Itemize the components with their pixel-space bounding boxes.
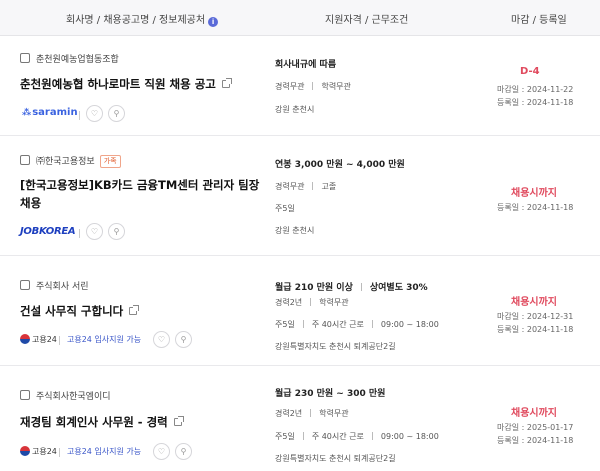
bonus: 상여별도 30%	[369, 283, 428, 293]
apply-available-label[interactable]: 고용24 입사지원 가능	[67, 446, 141, 457]
work-conditions: 주5일 주 40시간 근로 09:00 ~ 18:00	[275, 432, 439, 441]
divider	[302, 320, 304, 328]
job-title[interactable]: [한국고용정보]KB카드 금융TM센터 관리자 팀장	[20, 176, 259, 195]
registered-date: 등록일 : 2024-11-18	[497, 98, 574, 107]
deadline-date: 마감일 : 2024-12-31	[497, 312, 574, 321]
salary: 월급 230 만원 ~ 300 만원	[275, 389, 386, 399]
location: 강원 춘천시	[275, 226, 315, 235]
header-deadline-column: 마감 / 등록일	[511, 15, 567, 26]
work-days: 주5일	[275, 204, 295, 213]
table-row[interactable]: ㈜한국고용정보 가족 [한국고용정보]KB카드 금융TM센터 관리자 팀장 채용 …	[0, 136, 600, 256]
search-icon[interactable]: ⚲	[175, 443, 192, 460]
divider	[312, 82, 314, 90]
heart-icon[interactable]: ♡	[86, 105, 103, 122]
source-logo: ⁂ saramin	[22, 107, 78, 118]
saramin-logo-icon: ⁂	[22, 108, 31, 118]
list-header: 회사명 / 채용공고명 / 정보제공처 i 지원자격 / 근무조건 마감 / 등록…	[0, 0, 600, 36]
divider	[371, 432, 373, 440]
heart-icon[interactable]: ♡	[153, 331, 170, 348]
table-row[interactable]: 주식회사한국엠이디 재경팀 회계인사 사무원 - 경력 고용24 고용24 입사…	[0, 366, 600, 471]
company-name[interactable]: ㈜한국고용정보 가족	[36, 154, 121, 168]
deadline-date: 마감일 : 2024-11-22	[497, 85, 574, 94]
deadline-badge: 채용시까지	[511, 297, 557, 308]
table-row[interactable]: 춘천원예농업협동조합 춘천원예농협 하나로마트 직원 채용 공고 ⁂ sarami…	[0, 36, 600, 136]
location: 강원특별자치도 춘천시 퇴계공단2길	[275, 342, 396, 351]
salary-line: 월급 210 만원 이상 상여별도 30%	[275, 275, 428, 294]
salary: 월급 210 만원 이상	[275, 283, 353, 293]
divider	[79, 229, 80, 238]
external-link-icon[interactable]	[173, 416, 184, 426]
goyong24-logo-icon	[20, 334, 30, 344]
row-checkbox[interactable]	[20, 53, 30, 63]
divider	[79, 111, 80, 120]
header-company-column: 회사명 / 채용공고명 / 정보제공처 i	[66, 11, 219, 27]
heart-icon[interactable]: ♡	[153, 443, 170, 460]
divider	[310, 298, 312, 306]
external-link-icon[interactable]	[221, 78, 232, 88]
company-name[interactable]: 주식회사한국엠이디	[36, 389, 111, 402]
divider	[371, 320, 373, 328]
search-icon[interactable]: ⚲	[108, 105, 125, 122]
job-title[interactable]: 춘천원예농협 하나로마트 직원 채용 공고	[20, 75, 232, 94]
company-name[interactable]: 춘천원예농업협동조합	[36, 52, 119, 65]
divider	[360, 283, 362, 291]
divider	[59, 336, 60, 345]
salary: 연봉 3,000 만원 ~ 4,000 만원	[275, 160, 405, 170]
divider	[310, 409, 312, 417]
registered-date: 등록일 : 2024-11-18	[497, 203, 574, 212]
job-title[interactable]: 재경팀 회계인사 사무원 - 경력	[20, 413, 184, 432]
deadline-badge: 채용시까지	[511, 188, 557, 199]
divider	[59, 448, 60, 457]
deadline-badge: D-4	[520, 66, 540, 77]
work-conditions: 주5일 주 40시간 근로 09:00 ~ 18:00	[275, 320, 439, 329]
location: 강원 춘천시	[275, 105, 315, 114]
search-icon[interactable]: ⚲	[108, 223, 125, 240]
search-icon[interactable]: ⚲	[175, 331, 192, 348]
qualification-tags: 경력2년 학력무관	[275, 409, 349, 418]
source-logo: 고용24	[20, 446, 57, 457]
row-checkbox[interactable]	[20, 155, 30, 165]
divider	[302, 432, 304, 440]
job-title[interactable]: 건설 사무직 구합니다	[20, 302, 140, 321]
registered-date: 등록일 : 2024-11-18	[497, 436, 574, 445]
apply-available-label[interactable]: 고용24 입사지원 가능	[67, 334, 141, 345]
row-checkbox[interactable]	[20, 390, 30, 400]
qualification-tags: 경력무관 고졸	[275, 182, 337, 191]
company-badge: 가족	[99, 155, 121, 168]
qualification-tags: 경력무관 학력무관	[275, 82, 351, 91]
divider	[312, 182, 314, 190]
info-icon[interactable]: i	[208, 17, 219, 27]
qualification-tags: 경력2년 학력무관	[275, 298, 349, 307]
header-qualification-column: 지원자격 / 근무조건	[325, 15, 409, 26]
company-name[interactable]: 주식회사 서린	[36, 279, 89, 292]
row-checkbox[interactable]	[20, 280, 30, 290]
table-row[interactable]: 주식회사 서린 건설 사무직 구합니다 고용24 고용24 입사지원 가능 ♡ …	[0, 256, 600, 366]
deadline-date: 마감일 : 2025-01-17	[497, 423, 574, 432]
registered-date: 등록일 : 2024-11-18	[497, 325, 574, 334]
external-link-icon[interactable]	[129, 305, 140, 315]
location: 강원특별자치도 춘천시 퇴계공단2길	[275, 454, 396, 463]
deadline-badge: 채용시까지	[511, 408, 557, 419]
salary: 회사내규에 따름	[275, 60, 337, 70]
source-logo: JOBKOREA	[20, 226, 76, 237]
heart-icon[interactable]: ♡	[86, 223, 103, 240]
goyong24-logo-icon	[20, 446, 30, 456]
source-logo: 고용24	[20, 334, 57, 345]
job-title-continued[interactable]: 채용	[20, 194, 41, 213]
